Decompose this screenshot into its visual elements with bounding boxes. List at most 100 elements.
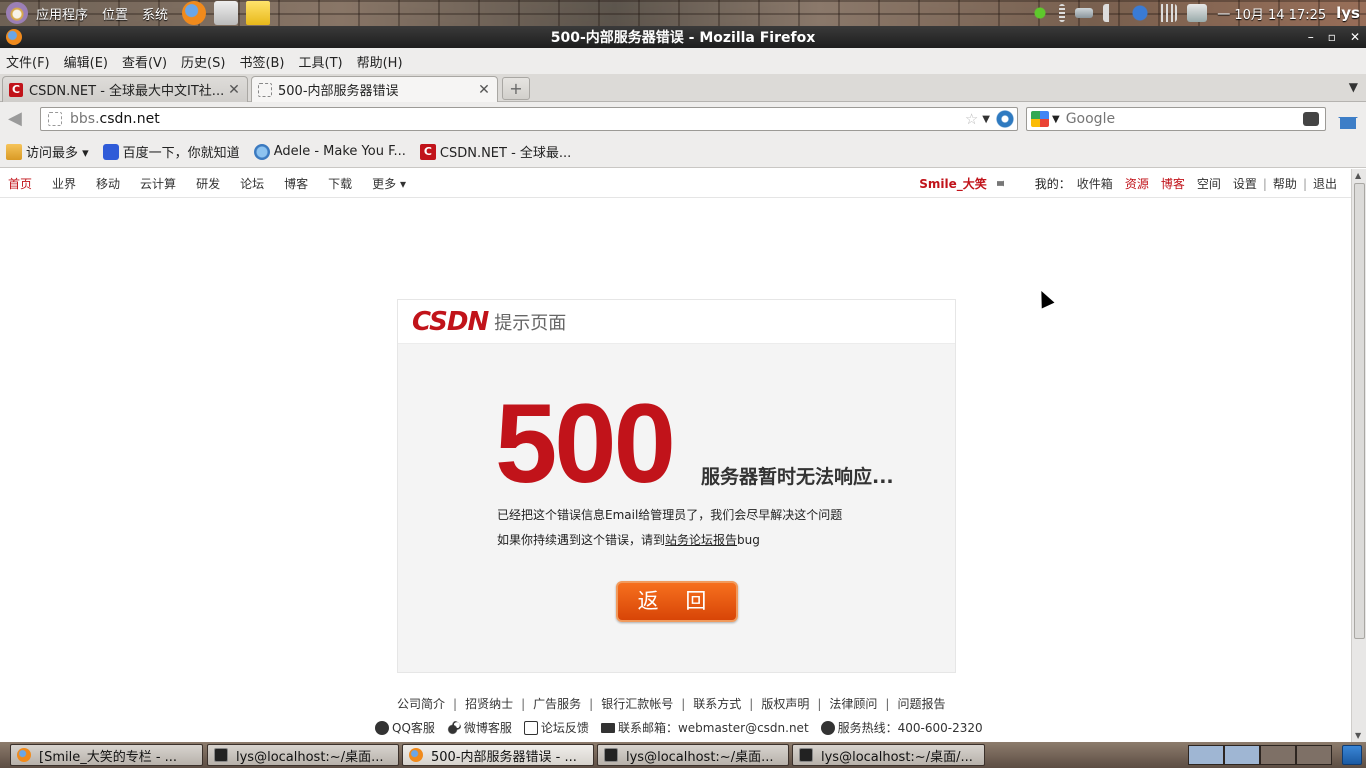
nav-blog[interactable]: 博客 bbox=[284, 175, 308, 192]
bookmark-most-visited[interactable]: 访问最多 ▾ bbox=[6, 142, 89, 161]
forum-feedback[interactable]: 论坛反馈 bbox=[523, 719, 589, 736]
bookmark-adele[interactable]: Adele - Make You F... bbox=[253, 143, 406, 160]
footer-ads[interactable]: 广告服务 bbox=[533, 697, 581, 711]
workspace-2[interactable] bbox=[1224, 745, 1260, 765]
nav-industry[interactable]: 业界 bbox=[52, 175, 76, 192]
panel-menu: 应用程序 位置 系统 bbox=[0, 0, 278, 26]
report-forum-link[interactable]: 站务论坛报告 bbox=[665, 533, 737, 547]
bluetooth-icon[interactable] bbox=[1131, 4, 1150, 22]
search-input[interactable] bbox=[1065, 111, 1303, 127]
clock[interactable]: 一 10月 14 17:25 bbox=[1217, 4, 1326, 23]
task-500-error[interactable]: 500-内部服务器错误 - ... bbox=[402, 744, 594, 766]
nav-inbox[interactable]: 收件箱 bbox=[1077, 175, 1113, 192]
speaker-icon[interactable] bbox=[996, 177, 1008, 190]
weibo-support[interactable]: 微博客服 bbox=[446, 719, 512, 736]
user-menu[interactable]: lys bbox=[1336, 4, 1360, 22]
show-desktop-icon[interactable] bbox=[1342, 745, 1362, 765]
nav-help[interactable]: 帮助 bbox=[1273, 175, 1297, 192]
home-icon[interactable] bbox=[1338, 109, 1358, 129]
clipboard-icon[interactable] bbox=[1187, 4, 1208, 22]
footer-copyright[interactable]: 版权声明 bbox=[761, 697, 809, 711]
volume-icon[interactable] bbox=[1103, 4, 1122, 22]
footer-jobs[interactable]: 招贤纳士 bbox=[465, 697, 513, 711]
nav-dev[interactable]: 研发 bbox=[196, 175, 220, 192]
csdn-favicon-icon: C bbox=[9, 82, 23, 97]
csdn-logo[interactable]: CSDN bbox=[412, 307, 489, 337]
url-text[interactable]: bbs.csdn.net bbox=[70, 111, 965, 127]
nav-more[interactable]: 更多 ▾ bbox=[372, 175, 406, 192]
nav-download[interactable]: 下载 bbox=[328, 175, 352, 192]
nav-settings[interactable]: 设置 bbox=[1233, 175, 1257, 192]
task-smile-blog[interactable]: [Smile_大笑的专栏 - ... bbox=[10, 744, 203, 766]
nav-mobile[interactable]: 移动 bbox=[96, 175, 120, 192]
minimize-button[interactable]: – bbox=[1308, 30, 1314, 44]
running-man-icon[interactable] bbox=[1031, 4, 1050, 22]
bookmark-star-icon[interactable]: ☆ bbox=[965, 110, 978, 128]
site-identity-icon[interactable] bbox=[48, 112, 62, 126]
network-icon[interactable] bbox=[1075, 8, 1094, 18]
firefox-launcher-icon[interactable] bbox=[182, 1, 207, 25]
menu-file[interactable]: 文件(F) bbox=[6, 52, 50, 71]
task-terminal-3[interactable]: lys@localhost:~/桌面/... bbox=[792, 744, 985, 766]
search-engine-dropdown-icon[interactable]: ▼ bbox=[1052, 114, 1060, 125]
scroll-down-icon[interactable]: ▼ bbox=[1355, 731, 1361, 740]
hotline-label: 服务热线：400-600-2320 bbox=[837, 721, 983, 735]
scroll-up-icon[interactable]: ▲ bbox=[1355, 171, 1361, 180]
nav-resources[interactable]: 资源 bbox=[1125, 175, 1149, 192]
footer-bank[interactable]: 银行汇款帐号 bbox=[601, 697, 673, 711]
gnome-foot-icon[interactable] bbox=[6, 2, 28, 24]
workspace-1[interactable] bbox=[1188, 745, 1224, 765]
url-bar[interactable]: bbs.csdn.net ☆ ▼ bbox=[40, 107, 1018, 131]
search-bar[interactable]: ▼ bbox=[1026, 107, 1326, 131]
bookmark-csdn[interactable]: C CSDN.NET - 全球最... bbox=[419, 142, 571, 161]
google-engine-icon[interactable] bbox=[1031, 111, 1049, 127]
signal-icon[interactable] bbox=[1159, 4, 1178, 22]
list-tabs-chevron-icon[interactable]: ▼ bbox=[1349, 80, 1358, 94]
applications-menu[interactable]: 应用程序 bbox=[36, 4, 88, 23]
footer-about[interactable]: 公司简介 bbox=[397, 697, 445, 711]
nav-cloud[interactable]: 云计算 bbox=[140, 175, 176, 192]
qq-support[interactable]: QQ客服 bbox=[375, 719, 435, 736]
back-arrow-icon[interactable]: ◀ bbox=[8, 110, 30, 128]
nav-home[interactable]: 首页 bbox=[8, 175, 32, 192]
nav-my-blog[interactable]: 博客 bbox=[1161, 175, 1185, 192]
vertical-scrollbar[interactable]: ▲ ▼ bbox=[1351, 169, 1366, 742]
places-menu[interactable]: 位置 bbox=[102, 4, 128, 23]
username-link[interactable]: Smile_大笑 bbox=[919, 175, 987, 192]
nav-forum[interactable]: 论坛 bbox=[240, 175, 264, 192]
nav-space[interactable]: 空间 bbox=[1197, 175, 1221, 192]
menu-help[interactable]: 帮助(H) bbox=[357, 52, 403, 71]
menu-history[interactable]: 历史(S) bbox=[181, 52, 225, 71]
tab-500-error[interactable]: 500-内部服务器错误 ✕ bbox=[251, 76, 498, 102]
footer-legal[interactable]: 法律顾问 bbox=[829, 697, 877, 711]
menu-tools[interactable]: 工具(T) bbox=[299, 52, 343, 71]
back-button[interactable]: 返 回 bbox=[616, 581, 738, 622]
bookmark-label: Adele - Make You F... bbox=[273, 144, 406, 159]
footer-report[interactable]: 问题报告 bbox=[897, 697, 945, 711]
menu-edit[interactable]: 编辑(E) bbox=[64, 52, 108, 71]
mail-launcher-icon[interactable] bbox=[214, 1, 239, 25]
tab-csdn[interactable]: C CSDN.NET - 全球最大中文IT社... ✕ bbox=[2, 76, 248, 102]
workspace-4[interactable] bbox=[1296, 745, 1332, 765]
nav-logout[interactable]: 退出 bbox=[1313, 175, 1337, 192]
binoculars-icon[interactable] bbox=[1303, 112, 1319, 126]
menu-bookmarks[interactable]: 书签(B) bbox=[239, 52, 284, 71]
tab-close-icon[interactable]: ✕ bbox=[227, 82, 241, 98]
task-terminal-1[interactable]: lys@localhost:~/桌面... bbox=[207, 744, 399, 766]
notes-launcher-icon[interactable] bbox=[246, 1, 271, 25]
menu-view[interactable]: 查看(V) bbox=[122, 52, 167, 71]
footer-contact[interactable]: 联系方式 bbox=[693, 697, 741, 711]
close-button[interactable]: ✕ bbox=[1350, 30, 1360, 44]
reload-icon[interactable] bbox=[996, 110, 1014, 128]
bookmark-baidu[interactable]: 百度一下，你就知道 bbox=[102, 142, 240, 161]
scrollbar-thumb[interactable] bbox=[1354, 183, 1365, 639]
system-menu[interactable]: 系统 bbox=[142, 4, 168, 23]
firefox-icon[interactable] bbox=[6, 29, 22, 45]
window-titlebar[interactable]: 500-内部服务器错误 - Mozilla Firefox – ▫ ✕ bbox=[0, 26, 1366, 48]
url-history-dropdown-icon[interactable]: ▼ bbox=[982, 114, 990, 125]
task-terminal-2[interactable]: lys@localhost:~/桌面... bbox=[597, 744, 789, 766]
new-tab-button[interactable]: + bbox=[502, 77, 530, 100]
workspace-3[interactable] bbox=[1260, 745, 1296, 765]
tab-close-icon[interactable]: ✕ bbox=[477, 82, 491, 98]
maximize-button[interactable]: ▫ bbox=[1328, 30, 1336, 44]
